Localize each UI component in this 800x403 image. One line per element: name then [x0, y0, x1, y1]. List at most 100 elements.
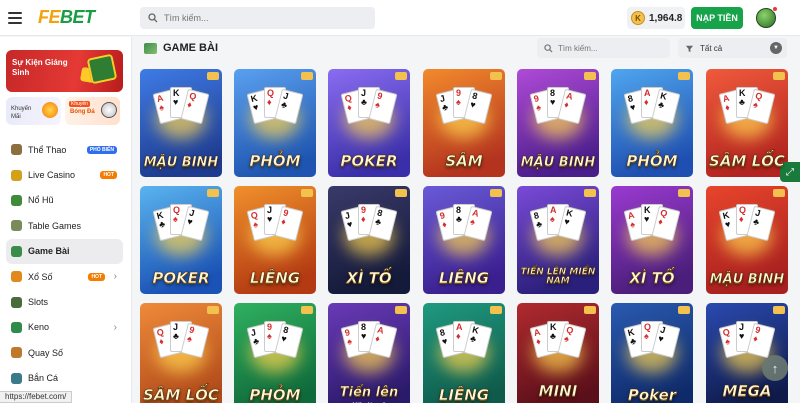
game-title: POKER: [340, 152, 398, 170]
sidebar-item-label: Thể Thao: [28, 144, 67, 155]
game-title: MẬU BINH: [143, 155, 219, 170]
coin-icon: K: [631, 11, 645, 25]
game-title: PHỎM: [249, 386, 301, 403]
sidebar-nav: Thể Thao PHỔ BIẾN Live Casino HOT Nổ Hũ Table…: [6, 137, 123, 391]
chevron-right-icon: ›: [113, 321, 117, 333]
game-title: SÂM LỐC: [143, 386, 219, 403]
sidebar-item-label: Quay Số: [28, 347, 64, 358]
menu-button[interactable]: [8, 8, 28, 28]
game-card[interactable]: 9 ♦ 8 ♣ A ♠ LIÊNG: [423, 186, 505, 294]
game-card[interactable]: 8 ♥ A ♦ K ♣ LIÊNG: [423, 303, 505, 403]
provider-badge: [678, 72, 690, 80]
deposit-button[interactable]: NẠP TIỀN: [691, 7, 743, 29]
sidebar-item-label: Live Casino: [28, 170, 76, 181]
game-title: MẬU BINH: [520, 155, 596, 170]
game-title: SÂM LỐC: [709, 152, 785, 170]
sidebar-item-label: Nổ Hũ: [28, 195, 54, 206]
scroll-up-button[interactable]: ↑: [762, 355, 788, 381]
provider-badge: [301, 189, 313, 197]
game-card[interactable]: K ♥ Q ♦ J ♣ PHỎM: [234, 69, 316, 177]
category-icon: [11, 296, 22, 308]
global-search[interactable]: [140, 7, 375, 29]
balance-value: 1,964.8: [649, 12, 683, 24]
game-card[interactable]: Q ♦ J ♣ 9 ♠ POKER: [328, 69, 410, 177]
sidebar-item-7[interactable]: Keno ›: [6, 315, 123, 340]
sidebar-item-0[interactable]: Thể Thao PHỔ BIẾN: [6, 137, 123, 162]
nav-badge: HOT: [88, 272, 105, 281]
game-card[interactable]: Q ♦ J ♣ 9 ♠ SÂM LỐC: [140, 303, 222, 403]
game-card[interactable]: K ♣ Q ♠ J ♥ Poker: [611, 303, 693, 403]
sidebar-item-9[interactable]: Bắn Cá: [6, 366, 123, 391]
chevron-down-icon: ▼: [770, 42, 782, 54]
filter-icon: [685, 45, 694, 52]
sidebar-item-2[interactable]: Nổ Hũ: [6, 188, 123, 213]
nav-badge: HOT: [100, 171, 117, 180]
game-card[interactable]: J ♣ 9 ♠ 8 ♥ SÂM: [423, 69, 505, 177]
game-card[interactable]: 8 ♣ A ♠ K ♥ TIẾN LÊN MIỀN NAM: [517, 186, 599, 294]
status-url: https://febet.com/: [0, 391, 73, 403]
provider-badge: [395, 189, 407, 197]
provider-badge: [584, 306, 596, 314]
game-card[interactable]: A ♠ K ♥ Q ♦ MẬU BINH: [140, 69, 222, 177]
football-icon: [101, 102, 117, 118]
provider-badge: [773, 306, 785, 314]
logo[interactable]: FEBET: [38, 7, 95, 28]
category-icon: [11, 347, 22, 359]
global-search-input[interactable]: [164, 13, 344, 23]
game-title: SÂM: [445, 152, 483, 170]
game-card[interactable]: A ♠ K ♥ Q ♦ XÌ TỐ: [611, 186, 693, 294]
provider-badge: [301, 306, 313, 314]
main-header: GAME BÀI Tất cả ▼: [132, 37, 800, 61]
game-search[interactable]: [537, 38, 670, 58]
category-icon: [11, 271, 22, 283]
sidebar-item-5[interactable]: Xổ Số HOT ›: [6, 264, 123, 289]
provider-badge: [207, 306, 219, 314]
game-title: MẬU BINH: [709, 272, 785, 287]
promo-bong-da[interactable]: Khuyến Bóng Đá: [65, 97, 120, 125]
provider-badge: [584, 72, 596, 80]
game-card[interactable]: K ♣ Q ♠ J ♥ POKER: [140, 186, 222, 294]
promo-km-label: Khuyến Mãi: [11, 106, 32, 120]
promo-christmas-banner[interactable]: Sự Kiện Giáng Sinh: [6, 50, 123, 92]
game-card[interactable]: 8 ♥ A ♦ K ♣ PHỎM: [611, 69, 693, 177]
sidebar-item-label: Keno: [28, 322, 50, 333]
gift-box-icon: [86, 53, 118, 85]
provider-badge: [490, 72, 502, 80]
sidebar-item-4[interactable]: Game Bài: [6, 238, 123, 264]
category-icon: [11, 169, 22, 181]
game-card[interactable]: 9 ♠8 ♥A ♦Tiến lênMiền Nam 3: [328, 303, 410, 403]
game-card[interactable]: A ♦ K ♣ Q ♠ SÂM LỐC: [706, 69, 788, 177]
promo-bd-label: Bóng Đá: [70, 109, 95, 115]
game-title: Poker: [627, 386, 677, 403]
filter-value: Tất cả: [700, 43, 723, 53]
provider-badge: [301, 72, 313, 80]
game-card[interactable]: 9 ♠ 8 ♥ A ♦ MẬU BINH: [517, 69, 599, 177]
game-title: Tiến lên: [339, 385, 399, 400]
filter-dropdown[interactable]: Tất cả ▼: [678, 38, 787, 58]
sidebar-item-1[interactable]: Live Casino HOT: [6, 162, 123, 187]
sidebar-item-8[interactable]: Quay Số: [6, 340, 123, 365]
game-title: PHỎM: [626, 152, 678, 170]
game-card[interactable]: Q ♠J ♥9 ♦MEGA176,549,038: [706, 303, 788, 403]
sidebar: Sự Kiện Giáng Sinh Khuyến Mãi Khuyến Bón…: [0, 37, 132, 403]
sidebar-item-label: Table Games: [28, 220, 82, 231]
game-title: LIÊNG: [249, 269, 301, 287]
cards-icon: [144, 42, 157, 54]
game-card[interactable]: Q ♠ J ♥ 9 ♦ LIÊNG: [234, 186, 316, 294]
provider-badge: [395, 306, 407, 314]
game-card[interactable]: J ♥ 9 ♦ 8 ♣ XÌ TỐ: [328, 186, 410, 294]
sidebar-item-6[interactable]: Slots: [6, 289, 123, 314]
game-title: POKER: [152, 269, 210, 287]
game-card[interactable]: A ♦K ♣Q ♠MINI4,864,852,793: [517, 303, 599, 403]
sidebar-item-3[interactable]: Table Games: [6, 213, 123, 238]
top-header: FEBET K 1,964.8 NẠP TIỀN: [0, 0, 800, 36]
provider-badge: [584, 189, 596, 197]
game-card[interactable]: K ♥ Q ♦ J ♣ MẬU BINH: [706, 186, 788, 294]
promo-khuyen-mai[interactable]: Khuyến Mãi: [6, 97, 61, 125]
category-icon: [11, 220, 22, 232]
section-title-text: GAME BÀI: [163, 42, 218, 54]
provider-badge: [678, 306, 690, 314]
category-icon: [11, 372, 22, 384]
game-search-input[interactable]: [558, 43, 668, 53]
game-card[interactable]: J ♣ 9 ♠ 8 ♥ PHỎM: [234, 303, 316, 403]
